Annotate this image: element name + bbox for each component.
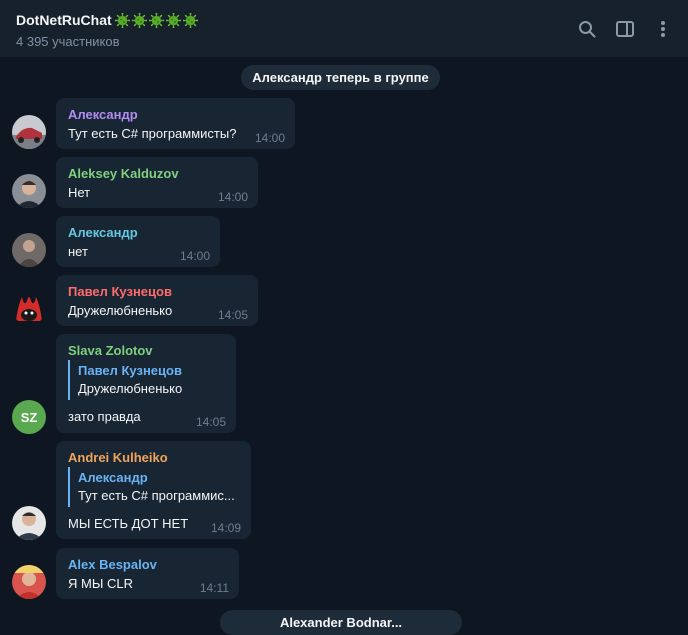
message-time: 14:09 bbox=[210, 521, 241, 535]
avatar[interactable] bbox=[12, 506, 46, 540]
virus-icon bbox=[114, 12, 130, 28]
avatar[interactable] bbox=[12, 291, 46, 325]
reply-sender: Павел Кузнецов bbox=[78, 363, 182, 378]
reply-quote[interactable]: Павел Кузнецов Дружелюбненько bbox=[68, 360, 224, 400]
avatar[interactable] bbox=[12, 115, 46, 149]
message-bubble[interactable]: Alex Bespalov Я МЫ CLR 14:11 bbox=[56, 548, 239, 599]
message-bubble[interactable]: Павел Кузнецов Дружелюбненько 14:05 bbox=[56, 275, 258, 326]
message-text: МЫ ЕСТЬ ДОТ НЕТ bbox=[68, 516, 189, 531]
virus-icon bbox=[165, 12, 181, 28]
virus-emoji-row bbox=[114, 12, 198, 28]
sender-name[interactable]: Александр bbox=[68, 225, 138, 240]
message-text: нет bbox=[68, 244, 88, 259]
more-icon[interactable] bbox=[652, 18, 674, 40]
sidebar-toggle-icon[interactable] bbox=[614, 18, 636, 40]
message-text: Дружелюбненько bbox=[68, 303, 173, 318]
virus-icon bbox=[131, 12, 147, 28]
sender-name[interactable]: Александр bbox=[68, 107, 138, 122]
chat-title-text: DotNetRuChat bbox=[16, 12, 112, 28]
reply-text: Дружелюбненько bbox=[78, 381, 183, 396]
chat-header: DotNetRuChat 4 395 участников bbox=[0, 0, 688, 58]
message-bubble[interactable]: Slava Zolotov Павел Кузнецов Дружелюбнен… bbox=[56, 334, 236, 433]
message-bubble[interactable]: Александр нет 14:00 bbox=[56, 216, 220, 267]
sender-name[interactable]: Alex Bespalov bbox=[68, 557, 157, 572]
avatar[interactable] bbox=[12, 233, 46, 267]
avatar[interactable]: SZ bbox=[12, 400, 46, 434]
chat-title[interactable]: DotNetRuChat bbox=[16, 12, 198, 28]
reply-quote[interactable]: Александр Тут есть C# программис... bbox=[68, 467, 243, 507]
message-bubble[interactable]: Александр Тут есть C# программисты? 14:0… bbox=[56, 98, 295, 149]
message-time: 14:00 bbox=[254, 131, 285, 145]
avatar[interactable] bbox=[12, 565, 46, 599]
message-time: 14:00 bbox=[217, 190, 248, 204]
avatar[interactable] bbox=[12, 174, 46, 208]
message-bubble[interactable]: Andrei Kulheiko Александр Тут есть C# пр… bbox=[56, 441, 251, 539]
virus-icon bbox=[182, 12, 198, 28]
sender-name[interactable]: Slava Zolotov bbox=[68, 343, 153, 358]
member-count: 4 395 участников bbox=[16, 34, 120, 49]
sender-name[interactable]: Andrei Kulheiko bbox=[68, 450, 168, 465]
message-time: 14:05 bbox=[195, 415, 226, 429]
message-time: 14:05 bbox=[217, 308, 248, 322]
search-icon[interactable] bbox=[576, 18, 598, 40]
message-time: 14:11 bbox=[199, 581, 229, 595]
service-message: Александр теперь в группе bbox=[241, 65, 440, 90]
message-time: 14:00 bbox=[179, 249, 210, 263]
sender-name[interactable]: Aleksey Kalduzov bbox=[68, 166, 179, 181]
message-text: Я МЫ CLR bbox=[68, 576, 133, 591]
message-bubble[interactable]: Aleksey Kalduzov Нет 14:00 bbox=[56, 157, 258, 208]
message-text: Нет bbox=[68, 185, 91, 200]
sender-name[interactable]: Павел Кузнецов bbox=[68, 284, 172, 299]
virus-icon bbox=[148, 12, 164, 28]
service-message: Alexander Bodnar... bbox=[220, 610, 462, 635]
reply-sender: Александр bbox=[78, 470, 148, 485]
message-text: Тут есть C# программисты? bbox=[68, 126, 237, 141]
reply-text: Тут есть C# программис... bbox=[78, 488, 235, 503]
message-text: зато правда bbox=[68, 409, 141, 424]
